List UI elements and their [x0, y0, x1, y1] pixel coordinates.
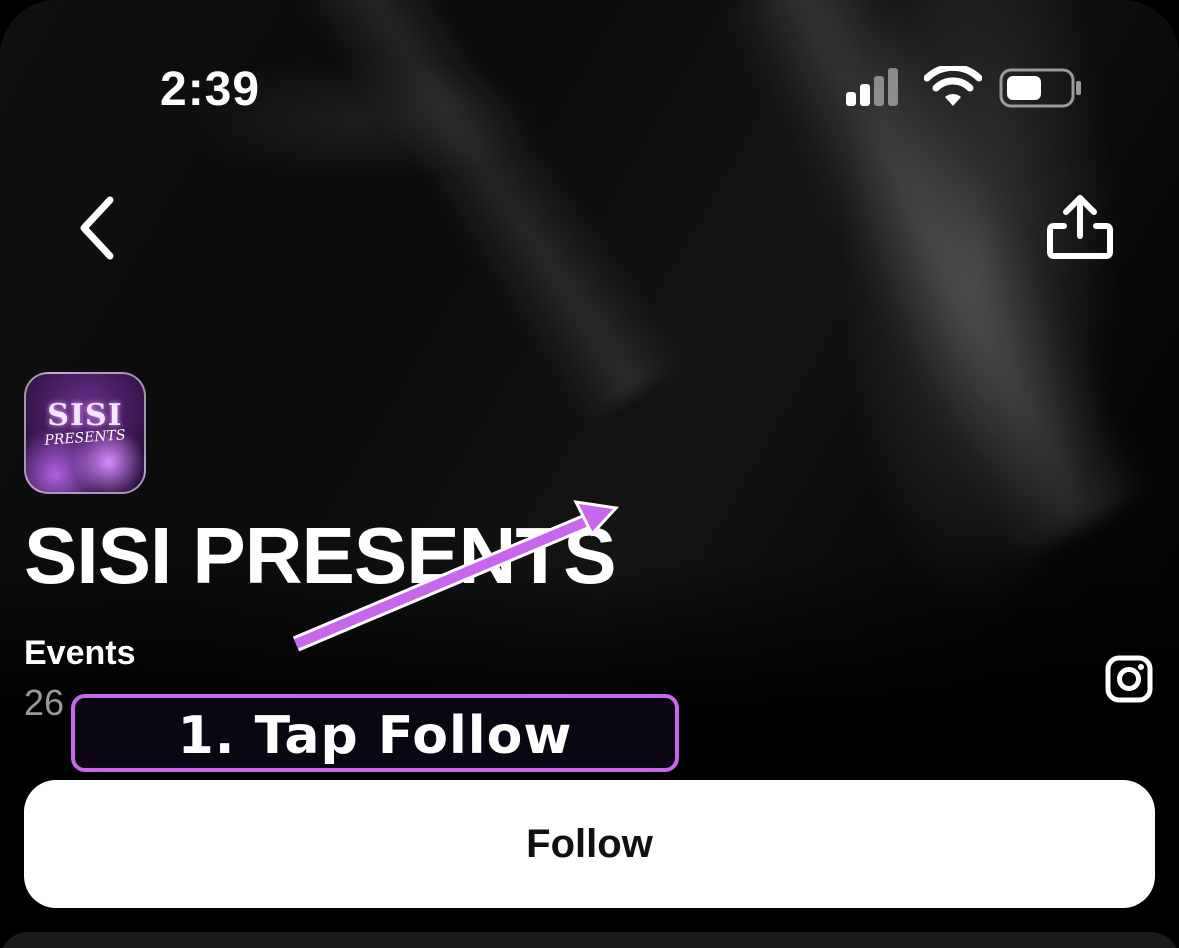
tutorial-annotation-text: 1. Tap Follow: [177, 706, 573, 766]
follow-button[interactable]: Follow: [24, 780, 1155, 908]
follow-button-label: Follow: [526, 821, 653, 866]
organizer-name: SISI PRESENTS: [24, 511, 617, 600]
instagram-button[interactable]: [1104, 654, 1154, 704]
background-sheen: [273, 0, 687, 426]
share-button[interactable]: [1040, 190, 1120, 266]
cellular-signal-icon: [846, 68, 906, 106]
chevron-left-icon: [80, 196, 114, 260]
share-icon: [1047, 195, 1113, 259]
back-button[interactable]: [70, 190, 130, 266]
events-count: 26: [24, 682, 65, 723]
battery-icon: [999, 68, 1081, 108]
screen: 2:39 SISI PRESENTS SISI PRESENTS Events …: [0, 0, 1179, 948]
content-card-edge: [0, 932, 1179, 948]
organizer-avatar[interactable]: SISI PRESENTS: [24, 372, 146, 494]
status-time: 2:39: [160, 63, 261, 116]
instagram-icon: [1105, 655, 1153, 703]
tutorial-annotation-box: 1. Tap Follow: [71, 694, 679, 772]
events-label: Events: [24, 634, 136, 672]
wifi-icon: [924, 66, 982, 106]
